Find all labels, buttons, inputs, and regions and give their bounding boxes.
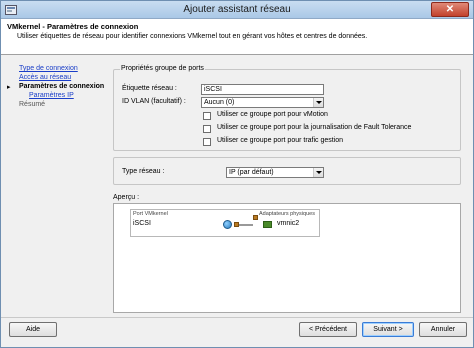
network-label-input[interactable]: iSCSI [201, 84, 324, 95]
network-type-caption: Type réseau : [122, 168, 165, 175]
page-title: VMkernel - Paramètres de connexion [7, 22, 139, 31]
step-connection-type[interactable]: Type de connexion [19, 65, 78, 72]
window-title: Ajouter assistant réseau [183, 4, 291, 15]
step-connection-type-label[interactable]: Type de connexion [19, 65, 78, 72]
port-group-legend: Propriétés groupe de ports [120, 65, 205, 72]
vswitch-diagram: Port VMkernel iSCSI Adaptateurs physique… [130, 209, 320, 237]
vmotion-checkbox-box[interactable] [203, 112, 211, 120]
port-group-properties-group: Propriétés groupe de ports Étiquette rés… [113, 65, 461, 151]
help-button[interactable]: Aide [9, 322, 57, 337]
management-traffic-checkbox-box[interactable] [203, 138, 211, 146]
connection-line-icon [239, 224, 253, 226]
preview-caption: Aperçu : [113, 194, 140, 201]
chevron-down-icon[interactable] [313, 98, 323, 107]
fault-tolerance-checkbox-label: Utiliser ce groupe port pour la journali… [217, 124, 412, 131]
physical-adapter-name: vmnic2 [277, 220, 300, 227]
physical-adapters-header: Adaptateurs physiques [259, 211, 315, 217]
step-network-access-label[interactable]: Accès au réseau [19, 74, 71, 81]
network-label-caption: Étiquette réseau : [122, 85, 177, 92]
vlan-id-value: Aucun (0) [204, 99, 235, 106]
current-step-arrow-icon: ▸ [7, 84, 11, 91]
vmkernel-port-header: Port VMkernel [133, 211, 168, 217]
physical-nic-icon [263, 221, 272, 228]
step-ip-settings[interactable]: Paramètres IP [29, 92, 74, 99]
preview-panel: Port VMkernel iSCSI Adaptateurs physique… [113, 203, 461, 313]
wizard-header: VMkernel - Paramètres de connexion Utili… [1, 19, 473, 55]
next-button[interactable]: Suivant > [362, 322, 414, 337]
close-button[interactable]: ✕ [431, 2, 469, 17]
title-bar: Ajouter assistant réseau ✕ [1, 1, 473, 19]
page-description: Utiliser étiquettes de réseau pour ident… [17, 33, 368, 40]
step-summary-label: Résumé [19, 101, 46, 108]
vmkernel-port-name: iSCSI [133, 220, 151, 227]
vlan-id-select[interactable]: Aucun (0) [201, 97, 324, 108]
footer-separator [1, 317, 473, 318]
cancel-button[interactable]: Annuler [419, 322, 467, 337]
step-network-access[interactable]: Accès au réseau [19, 74, 71, 81]
vlan-id-caption: ID VLAN (facultatif) : [122, 98, 186, 105]
chevron-down-icon[interactable] [313, 168, 323, 177]
fault-tolerance-checkbox-box[interactable] [203, 125, 211, 133]
step-summary: Résumé [19, 101, 45, 108]
network-type-select[interactable]: IP (par défaut) [226, 167, 324, 178]
network-type-value: IP (par défaut) [229, 169, 274, 176]
wizard-window: Ajouter assistant réseau ✕ VMkernel - Pa… [0, 0, 474, 348]
previous-button[interactable]: < Précédent [299, 322, 357, 337]
vmotion-checkbox-label: Utiliser ce groupe port pour vMotion [217, 111, 328, 118]
step-connection-settings-label: Paramètres de connexion [19, 83, 105, 90]
management-traffic-checkbox-label: Utiliser ce groupe port pour trafic gest… [217, 137, 344, 144]
network-globe-icon [223, 220, 232, 229]
uplink-connector-icon [253, 215, 258, 220]
step-ip-settings-label[interactable]: Paramètres IP [29, 92, 74, 99]
network-type-group: Type réseau : IP (par défaut) [113, 157, 461, 185]
